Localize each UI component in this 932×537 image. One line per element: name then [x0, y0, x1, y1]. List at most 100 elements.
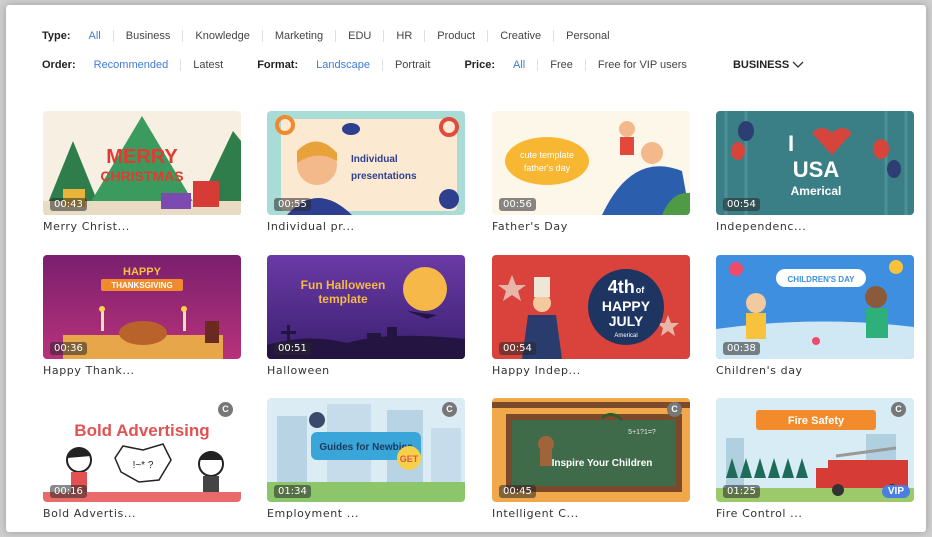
- duration-badge: 00:36: [50, 342, 87, 355]
- template-title: Children's day: [716, 364, 803, 377]
- template-card[interactable]: 4thof HAPPY JULY Americal 00:54 Happy In…: [492, 255, 690, 377]
- template-title: Bold Advertis...: [43, 507, 137, 520]
- price-option-all[interactable]: All: [507, 59, 537, 71]
- template-title: Merry Christ...: [43, 220, 130, 233]
- thumb-text: HAPPY: [602, 298, 651, 314]
- duration-badge: 00:16: [50, 485, 87, 498]
- template-card[interactable]: cute template father's day 00:56 Father'…: [492, 111, 690, 233]
- template-title: Father's Day: [492, 220, 568, 233]
- duration-badge: 00:55: [274, 198, 311, 211]
- thumb-text: Fire Safety: [788, 415, 845, 427]
- copyright-badge: C: [891, 402, 906, 417]
- thumb-text: I: [788, 131, 794, 156]
- template-title: Employment ...: [267, 507, 360, 520]
- template-title: Intelligent C...: [492, 507, 579, 520]
- template-card[interactable]: Guides for Newbies GET C 01:34 Employmen…: [267, 398, 465, 520]
- template-card[interactable]: Bold Advertising !~* ? C 00:16 Bold Adve…: [43, 398, 241, 520]
- duration-badge: 00:38: [723, 342, 760, 355]
- format-option-landscape[interactable]: Landscape: [310, 59, 382, 71]
- template-thumbnail[interactable]: Individual presentations 00:55: [267, 111, 465, 215]
- template-card[interactable]: Fire Safety C 01:25 VIP Fire Control ...: [716, 398, 914, 520]
- duration-badge: 00:51: [274, 342, 311, 355]
- template-card[interactable]: I USA Americal 00:54 Independenc...: [716, 111, 914, 233]
- order-option-recommended[interactable]: Recommended: [88, 59, 181, 71]
- thumb-text: presentations: [351, 171, 417, 182]
- type-option-edu[interactable]: EDU: [335, 30, 383, 42]
- type-option-product[interactable]: Product: [424, 30, 487, 42]
- type-option-all[interactable]: All: [83, 30, 113, 42]
- template-title: Happy Indep...: [492, 364, 581, 377]
- template-thumbnail[interactable]: Bold Advertising !~* ? C 00:16: [43, 398, 241, 502]
- thumb-text: Individual: [351, 154, 398, 165]
- duration-badge: 01:34: [274, 485, 311, 498]
- template-thumbnail[interactable]: I USA Americal 00:54: [716, 111, 914, 215]
- template-thumbnail[interactable]: Guides for Newbies GET C 01:34: [267, 398, 465, 502]
- duration-badge: 01:25: [723, 485, 760, 498]
- thumb-text: MERRY: [106, 146, 178, 168]
- thumb-text: CHRISTMAS: [100, 168, 183, 184]
- template-gallery: Type: All Business Knowledge Marketing E…: [6, 5, 926, 532]
- template-card[interactable]: CHILDREN'S DAY 00:38 Children's day: [716, 255, 914, 377]
- price-option-vip[interactable]: Free for VIP users: [584, 59, 699, 71]
- duration-badge: 00:45: [499, 485, 536, 498]
- thumb-text: USA: [793, 157, 840, 182]
- thumb-text: JULY: [609, 313, 644, 329]
- thumb-text: of: [636, 285, 645, 295]
- template-title: Happy Thank...: [43, 364, 135, 377]
- category-dropdown-label: BUSINESS: [732, 59, 790, 71]
- type-option-business[interactable]: Business: [112, 30, 183, 42]
- template-card[interactable]: MERRY CHRISTMAS 00:43 Merry Christ...: [43, 111, 241, 233]
- duration-badge: 00:43: [50, 198, 87, 211]
- template-title: Halloween: [267, 364, 330, 377]
- duration-badge: 00:54: [723, 198, 760, 211]
- svg-text:!~* ?: !~* ?: [133, 460, 154, 471]
- thumb-text: GET: [400, 454, 419, 464]
- template-thumbnail[interactable]: HAPPY THANKSGIVING 00:36: [43, 255, 241, 359]
- template-card[interactable]: 5+1?1=? Inspire Your Children C 00:45 In…: [492, 398, 690, 520]
- chevron-down-icon: [792, 61, 804, 68]
- type-option-marketing[interactable]: Marketing: [261, 30, 335, 42]
- type-option-knowledge[interactable]: Knowledge: [182, 30, 261, 42]
- template-thumbnail[interactable]: MERRY CHRISTMAS 00:43: [43, 111, 241, 215]
- vip-badge: VIP: [881, 485, 910, 498]
- template-thumbnail[interactable]: 5+1?1=? Inspire Your Children C 00:45: [492, 398, 690, 502]
- type-option-creative[interactable]: Creative: [487, 30, 553, 42]
- svg-text:5+1?1=?: 5+1?1=?: [628, 429, 656, 436]
- thumb-text: CHILDREN'S DAY: [788, 275, 856, 284]
- thumb-text: Bold Advertising: [74, 421, 209, 440]
- copyright-badge: C: [667, 402, 682, 417]
- type-option-hr[interactable]: HR: [383, 30, 424, 42]
- thumb-text: 4th: [608, 277, 635, 297]
- duration-badge: 00:56: [499, 198, 536, 211]
- type-option-personal[interactable]: Personal: [553, 30, 621, 42]
- thumb-text: Inspire Your Children: [552, 458, 653, 469]
- format-filter-label: Format:: [257, 59, 299, 71]
- price-option-free[interactable]: Free: [537, 59, 585, 71]
- thumb-text: Americal: [614, 333, 637, 339]
- template-title: Fire Control ...: [716, 507, 803, 520]
- order-option-latest[interactable]: Latest: [180, 59, 235, 71]
- thumb-text: Fun Halloween: [301, 278, 386, 292]
- thumb-text: cute template: [520, 150, 574, 160]
- template-thumbnail[interactable]: Fire Safety C 01:25 VIP: [716, 398, 914, 502]
- template-thumbnail[interactable]: CHILDREN'S DAY 00:38: [716, 255, 914, 359]
- thumb-text: HAPPY: [123, 266, 162, 278]
- type-filter-row: Type: All Business Knowledge Marketing E…: [42, 26, 622, 46]
- template-card[interactable]: Individual presentations 00:55 Individua…: [267, 111, 465, 233]
- category-dropdown[interactable]: BUSINESS: [733, 59, 804, 71]
- sort-filter-row: Order: Recommended Latest Format: Landsc…: [42, 55, 804, 75]
- template-thumbnail[interactable]: cute template father's day 00:56: [492, 111, 690, 215]
- template-card[interactable]: Fun Halloween template 00:51 Halloween: [267, 255, 465, 377]
- template-card[interactable]: HAPPY THANKSGIVING 00:36 Happy Thank...: [43, 255, 241, 377]
- thumb-text: THANKSGIVING: [111, 281, 172, 290]
- format-option-portrait[interactable]: Portrait: [381, 59, 442, 71]
- order-filter-label: Order:: [42, 59, 76, 71]
- thumb-text: template: [318, 292, 368, 306]
- copyright-badge: C: [218, 402, 233, 417]
- type-filter-label: Type:: [42, 30, 71, 42]
- template-thumbnail[interactable]: Fun Halloween template 00:51: [267, 255, 465, 359]
- thumb-text: Americal: [791, 184, 842, 198]
- template-title: Individual pr...: [267, 220, 355, 233]
- copyright-badge: C: [442, 402, 457, 417]
- template-thumbnail[interactable]: 4thof HAPPY JULY Americal 00:54: [492, 255, 690, 359]
